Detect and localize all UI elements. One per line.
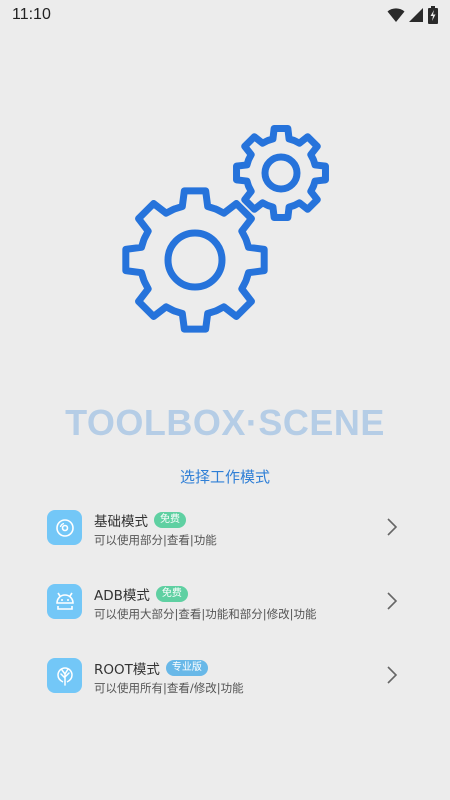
mode-title-row: ADB模式 免费: [94, 584, 188, 604]
mode-list: 基础模式 免费 可以使用部分|查看|功能 ADB模式 免费 可以使用大部分|查看…: [0, 500, 450, 722]
signal-icon: [409, 8, 423, 22]
status-bar: 11:10: [0, 0, 450, 30]
free-badge: 免费: [155, 586, 188, 602]
large-gear-icon: [122, 187, 268, 333]
battery-charging-icon: [428, 6, 438, 24]
chevron-right-icon: [387, 666, 398, 684]
pro-badge: 专业版: [165, 660, 208, 676]
mode-item-basic[interactable]: 基础模式 免费 可以使用部分|查看|功能: [0, 500, 450, 574]
app-title: TOOLBOX·SCENE: [65, 402, 385, 443]
tree-icon: [47, 658, 82, 693]
gears-icon: [122, 125, 329, 333]
mode-description: 可以使用大部分|查看|功能和部分|修改|功能: [94, 607, 317, 621]
mode-item-root[interactable]: ROOT模式 专业版 可以使用所有|查看/修改|功能: [0, 648, 450, 722]
status-time: 11:10: [12, 6, 51, 23]
mode-description: 可以使用部分|查看|功能: [94, 533, 217, 547]
small-gear-icon: [233, 125, 329, 221]
mode-title: ADB模式: [94, 588, 150, 604]
mode-description: 可以使用所有|查看/修改|功能: [94, 681, 244, 695]
free-badge: 免费: [154, 512, 186, 528]
status-icons: [387, 6, 438, 24]
disc-icon: [47, 510, 82, 545]
chevron-right-icon: [387, 518, 398, 536]
wifi-icon: [387, 8, 405, 22]
mode-title: ROOT模式: [94, 662, 160, 678]
mode-title-row: 基础模式 免费: [94, 510, 186, 530]
mode-title-row: ROOT模式 专业版: [94, 658, 208, 678]
mode-item-adb[interactable]: ADB模式 免费 可以使用大部分|查看|功能和部分|修改|功能: [0, 574, 450, 648]
mode-title: 基础模式: [94, 514, 148, 530]
mode-select-heading: 选择工作模式: [179, 468, 270, 486]
chevron-right-icon: [387, 592, 398, 610]
android-icon: [47, 584, 82, 619]
